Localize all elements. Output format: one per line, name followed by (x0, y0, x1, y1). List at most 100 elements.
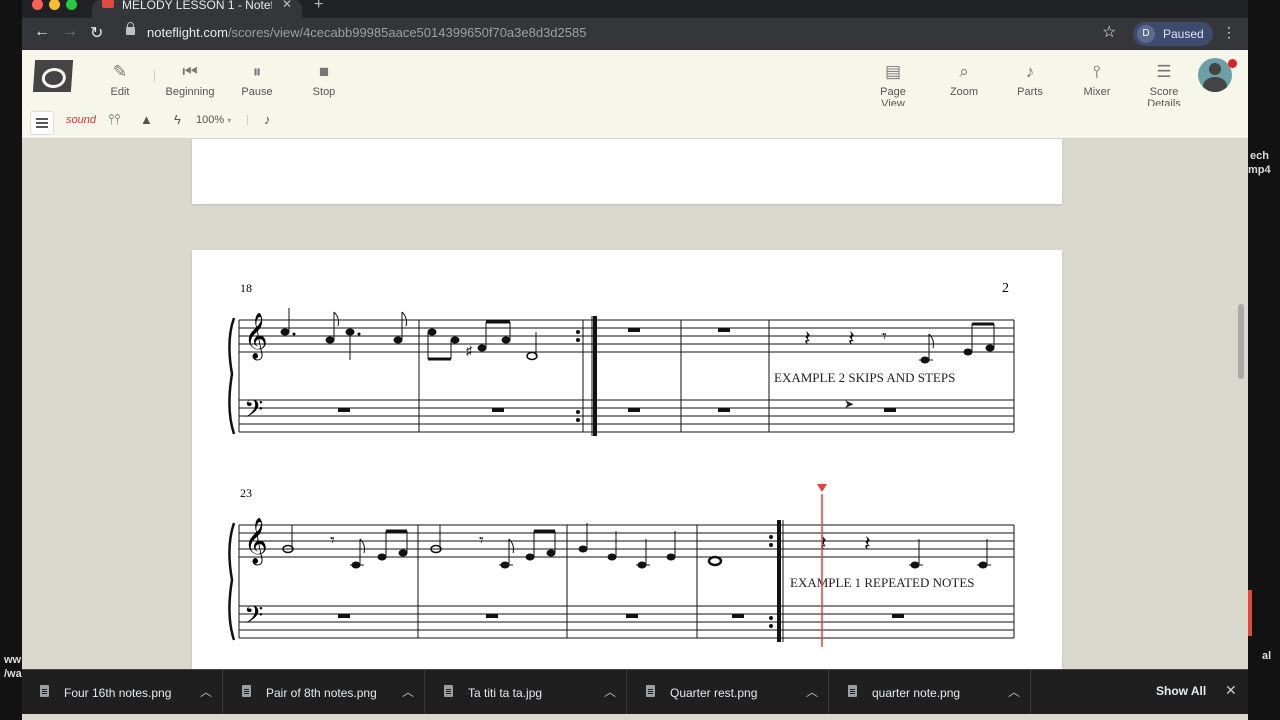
window-controls (32, 0, 83, 15)
hamburger-icon (36, 118, 48, 120)
vertical-scrollbar[interactable] (1238, 304, 1244, 379)
svg-text:𝄽: 𝄽 (820, 531, 827, 556)
bass-clef-icon: 𝄢 (244, 396, 263, 429)
tab-strip: MELODY LESSON 1 - Noteflight ✕ + (22, 0, 1248, 18)
whole-rests-2 (338, 614, 904, 618)
browser-tab[interactable]: MELODY LESSON 1 - Noteflight ✕ (92, 0, 302, 18)
notes-example-1: 𝄽 𝄽 (820, 531, 991, 569)
zoom-select[interactable]: 100% ▾ (196, 114, 231, 126)
download-filename: Pair of 8th notes.png (266, 686, 377, 700)
mixer-small-icon[interactable]: ⫯⫯ (108, 111, 120, 128)
bookmark-star-icon[interactable]: ☆ (1102, 22, 1116, 42)
bass-staff-1 (239, 399, 1014, 433)
chevron-up-icon[interactable]: ︿ (402, 683, 414, 700)
zoom-label: Zoom (949, 86, 979, 98)
toolbar-divider (154, 70, 155, 82)
menu-button[interactable] (30, 111, 54, 135)
maximize-window-button[interactable] (66, 0, 77, 10)
background-text: mp4 (1248, 164, 1271, 176)
measure-number-18: 18 (240, 281, 252, 295)
new-tab-button[interactable]: + (314, 0, 323, 14)
download-filename: Four 16th notes.png (64, 686, 172, 700)
back-arrow-icon[interactable]: ← (34, 23, 50, 41)
example-1-label: EXAMPLE 1 REPEATED NOTES (790, 575, 975, 590)
address-bar[interactable]: noteflight.com/scores/view/4cecabb99985a… (120, 22, 1130, 46)
edit-label: Edit (110, 86, 130, 98)
pause-icon: ⏸ (252, 62, 262, 81)
download-item[interactable]: Quarter rest.png ︿ (628, 670, 829, 714)
download-item[interactable]: Ta titi ta ta.jpg ︿ (426, 670, 627, 714)
zoom-caret-icon: ▾ (227, 116, 232, 125)
sheet-music: 18 2 𝄞 𝄢 ♯ 𝄽 𝄽 𝄾 EXAMPLE 2 SKIPS AND STE… (228, 281, 1015, 647)
minimize-window-button[interactable] (49, 0, 60, 10)
reload-icon[interactable]: ↻ (90, 23, 103, 43)
profile-status: Paused (1163, 27, 1204, 41)
example-2-label: EXAMPLE 2 SKIPS AND STEPS (774, 370, 955, 385)
tab-title: MELODY LESSON 1 - Noteflight (122, 0, 272, 10)
profile-button[interactable]: D Paused (1133, 22, 1213, 46)
zoom-value: 100% (196, 114, 225, 126)
file-icon (444, 685, 453, 697)
page-number: 2 (1002, 281, 1009, 296)
sound-label[interactable]: sound (66, 114, 96, 126)
pencil-icon: ✎ (112, 62, 128, 81)
edit-button[interactable]: ✎ Edit (100, 62, 140, 98)
treble-clef-icon-2: 𝄞 (244, 518, 268, 566)
close-tab-icon[interactable]: ✕ (282, 0, 292, 10)
chevron-up-icon[interactable]: ︿ (1008, 683, 1020, 700)
background-text: ww (4, 654, 22, 666)
secondary-toolbar: sound ⫯⫯ ▲ ϟ 100% ▾ | ♪ (22, 106, 1248, 139)
browser-toolbar: ← → ↻ noteflight.com/scores/view/4cecabb… (22, 18, 1248, 50)
background-text: ech (1250, 150, 1269, 162)
list-icon: ☰ (1156, 62, 1172, 81)
notes-measure-23-24: 𝄾 𝄾 (282, 525, 556, 569)
note-icon[interactable]: ♪ (264, 112, 271, 127)
show-all-button[interactable]: Show All (1156, 684, 1206, 698)
chevron-up-icon[interactable]: ︿ (200, 683, 212, 700)
file-icon (242, 685, 251, 697)
playback-cursor[interactable] (817, 484, 827, 647)
svg-text:♯: ♯ (466, 343, 473, 358)
svg-text:𝄾: 𝄾 (479, 530, 484, 550)
close-downloads-icon[interactable]: ✕ (1225, 682, 1237, 699)
metronome-icon[interactable]: ▲ (140, 112, 153, 127)
skip-back-icon: ⏮ (182, 62, 198, 81)
svg-text:𝄾: 𝄾 (882, 326, 887, 346)
noteflight-logo-icon[interactable] (32, 60, 74, 92)
parts-label: Parts (1017, 86, 1043, 98)
tempo-icon[interactable]: ϟ (174, 112, 181, 127)
guitar-icon: ♪ (1025, 62, 1035, 81)
chevron-up-icon[interactable]: ︿ (604, 683, 616, 700)
page-view-button[interactable]: ▤ Page View (868, 62, 918, 110)
whole-note (707, 555, 723, 567)
forward-arrow-icon[interactable]: → (62, 23, 78, 41)
download-item[interactable]: Pair of 8th notes.png ︿ (224, 670, 425, 714)
pause-button[interactable]: ⏸ Pause (237, 62, 277, 98)
stop-button[interactable]: ■ Stop (306, 62, 342, 98)
beginning-button[interactable]: ⏮ Beginning (164, 62, 216, 98)
mixer-label: Mixer (1083, 86, 1111, 98)
download-filename: Quarter rest.png (670, 686, 758, 700)
browser-window: MELODY LESSON 1 - Noteflight ✕ + ← → ↻ n… (22, 0, 1248, 720)
treble-staff-1 (239, 319, 1014, 353)
parts-button[interactable]: ♪ Parts (1012, 62, 1048, 98)
svg-text:𝄽: 𝄽 (804, 326, 811, 351)
svg-text:𝄾: 𝄾 (330, 530, 335, 550)
score-details-button[interactable]: ☰ Score Details (1132, 62, 1196, 110)
stop-label: Stop (312, 86, 336, 98)
file-icon (40, 685, 49, 697)
chevron-up-icon[interactable]: ︿ (806, 683, 818, 700)
download-filename: quarter note.png (872, 686, 961, 700)
browser-menu-icon[interactable]: ⋮ (1222, 24, 1236, 41)
magnifier-icon: ⌕ (959, 62, 969, 81)
treble-clef-icon: 𝄞 (244, 313, 268, 361)
svg-text:𝄽: 𝄽 (848, 326, 855, 351)
download-item[interactable]: quarter note.png ︿ (830, 670, 1031, 714)
score-viewport[interactable]: 18 2 𝄞 𝄢 ♯ 𝄽 𝄽 𝄾 EXAMPLE 2 SKIPS AND STE… (22, 139, 1248, 669)
mixer-button[interactable]: ⫯ Mixer (1077, 62, 1117, 98)
zoom-button[interactable]: ⌕ Zoom (944, 62, 984, 98)
close-window-button[interactable] (32, 0, 43, 10)
download-item[interactable]: Four 16th notes.png ︿ (22, 670, 223, 714)
user-avatar[interactable] (1198, 58, 1232, 92)
svg-text:𝄽: 𝄽 (864, 531, 871, 556)
